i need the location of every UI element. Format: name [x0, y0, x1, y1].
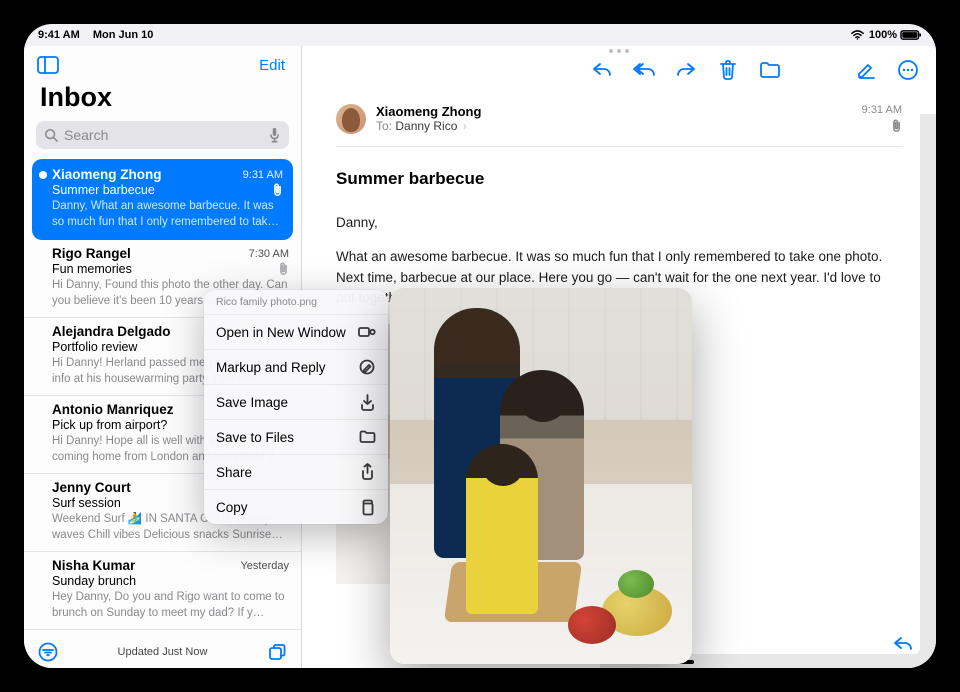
- search-placeholder: Search: [64, 127, 268, 143]
- menu-save-to-files[interactable]: Save to Files: [204, 420, 388, 455]
- status-battery-pct: 100%: [869, 29, 897, 41]
- status-date: Mon Jun 10: [93, 29, 154, 41]
- forward-button[interactable]: [674, 59, 698, 81]
- menu-item-label: Save Image: [216, 395, 288, 410]
- photo-content: [390, 288, 692, 664]
- unread-indicator: [39, 171, 47, 179]
- message-sender: Nisha Kumar: [52, 558, 135, 573]
- battery-icon: [900, 30, 922, 40]
- attachment-icon: [272, 183, 283, 197]
- message-row[interactable]: Nisha Kumar Yesterday Sunday brunch Hey …: [24, 552, 301, 630]
- menu-item-label: Save to Files: [216, 430, 294, 445]
- attachment-popover-image[interactable]: [390, 288, 692, 664]
- message-subject: Summer barbecue: [52, 183, 155, 197]
- detail-toolbar: [302, 46, 936, 94]
- new-window-icon: [358, 323, 376, 341]
- toggle-sidebar-button[interactable]: [34, 51, 62, 79]
- reply-button[interactable]: [590, 59, 614, 81]
- move-button[interactable]: [758, 59, 782, 81]
- to-label: To:: [376, 119, 392, 133]
- folder-icon: [358, 428, 376, 446]
- wifi-icon: [851, 30, 864, 40]
- to-name: Danny Rico: [395, 119, 457, 133]
- message-row[interactable]: Xiaomeng Zhong 9:31 AM Summer barbecue D…: [32, 159, 293, 240]
- menu-save-image[interactable]: Save Image: [204, 385, 388, 420]
- attachment-icon: [278, 262, 289, 276]
- message-preview: Danny, What an awesome barbecue. It was …: [52, 199, 283, 230]
- message-sender: Xiaomeng Zhong: [52, 167, 162, 182]
- ipad-frame: 9:41 AM Mon Jun 10 100% Edit Inbox: [0, 0, 960, 692]
- message-time: 7:30 AM: [249, 248, 289, 260]
- sidebar-footer: Updated Just Now: [24, 636, 301, 668]
- to-line[interactable]: To: Danny Rico ›: [376, 119, 852, 133]
- message-preview: Hey Danny, Do you and Rigo want to come …: [52, 590, 289, 621]
- message-subject: Fun memories: [52, 262, 132, 276]
- message-time: Yesterday: [240, 560, 289, 572]
- message-sender: Alejandra Delgado: [52, 324, 171, 339]
- dictate-icon[interactable]: [268, 127, 281, 143]
- menu-share[interactable]: Share: [204, 455, 388, 490]
- menu-markup-reply[interactable]: Markup and Reply: [204, 350, 388, 385]
- download-icon: [358, 393, 376, 411]
- menu-item-label: Open in New Window: [216, 325, 346, 340]
- menu-copy[interactable]: Copy: [204, 490, 388, 524]
- edit-button[interactable]: Edit: [253, 57, 291, 74]
- message-sender: Jenny Court: [52, 480, 131, 495]
- context-menu: Rico family photo.png Open in New Window…: [204, 290, 388, 524]
- menu-item-label: Share: [216, 465, 252, 480]
- quick-reply-button[interactable]: [892, 634, 914, 654]
- more-button[interactable]: [896, 59, 920, 81]
- menu-item-label: Markup and Reply: [216, 360, 326, 375]
- body-salutation: Danny,: [336, 213, 902, 233]
- multitask-grabber[interactable]: [609, 49, 629, 53]
- message-subject: Sunday brunch: [52, 574, 289, 588]
- copy-icon: [358, 498, 376, 516]
- mailbox-title: Inbox: [24, 78, 301, 117]
- screen: 9:41 AM Mon Jun 10 100% Edit Inbox: [24, 24, 936, 668]
- menu-open-new-window[interactable]: Open in New Window: [204, 315, 388, 350]
- multi-window-button[interactable]: [265, 640, 289, 664]
- search-field[interactable]: Search: [36, 121, 289, 149]
- message-subject: Summer barbecue: [336, 169, 902, 189]
- markup-icon: [358, 358, 376, 376]
- message-time: 9:31 AM: [243, 169, 283, 181]
- status-time: 9:41 AM: [38, 29, 80, 41]
- chevron-right-icon: ›: [463, 119, 467, 133]
- message-sender: Antonio Manriquez: [52, 402, 174, 417]
- message-sender: Rigo Rangel: [52, 246, 131, 261]
- context-menu-title: Rico family photo.png: [204, 290, 388, 315]
- message-header: Xiaomeng Zhong To: Danny Rico › 9:31 AM: [336, 104, 902, 147]
- status-bar: 9:41 AM Mon Jun 10 100%: [24, 24, 936, 46]
- share-icon: [358, 463, 376, 481]
- message-time: 9:31 AM: [862, 104, 902, 116]
- attachment-icon: [891, 119, 902, 133]
- search-icon: [44, 128, 58, 142]
- menu-item-label: Copy: [216, 500, 248, 515]
- compose-button[interactable]: [854, 59, 878, 81]
- reply-all-button[interactable]: [632, 59, 656, 81]
- sender-avatar[interactable]: [336, 104, 366, 134]
- sync-status: Updated Just Now: [118, 646, 208, 658]
- filter-button[interactable]: [36, 640, 60, 664]
- trash-button[interactable]: [716, 59, 740, 81]
- from-name[interactable]: Xiaomeng Zhong: [376, 104, 852, 119]
